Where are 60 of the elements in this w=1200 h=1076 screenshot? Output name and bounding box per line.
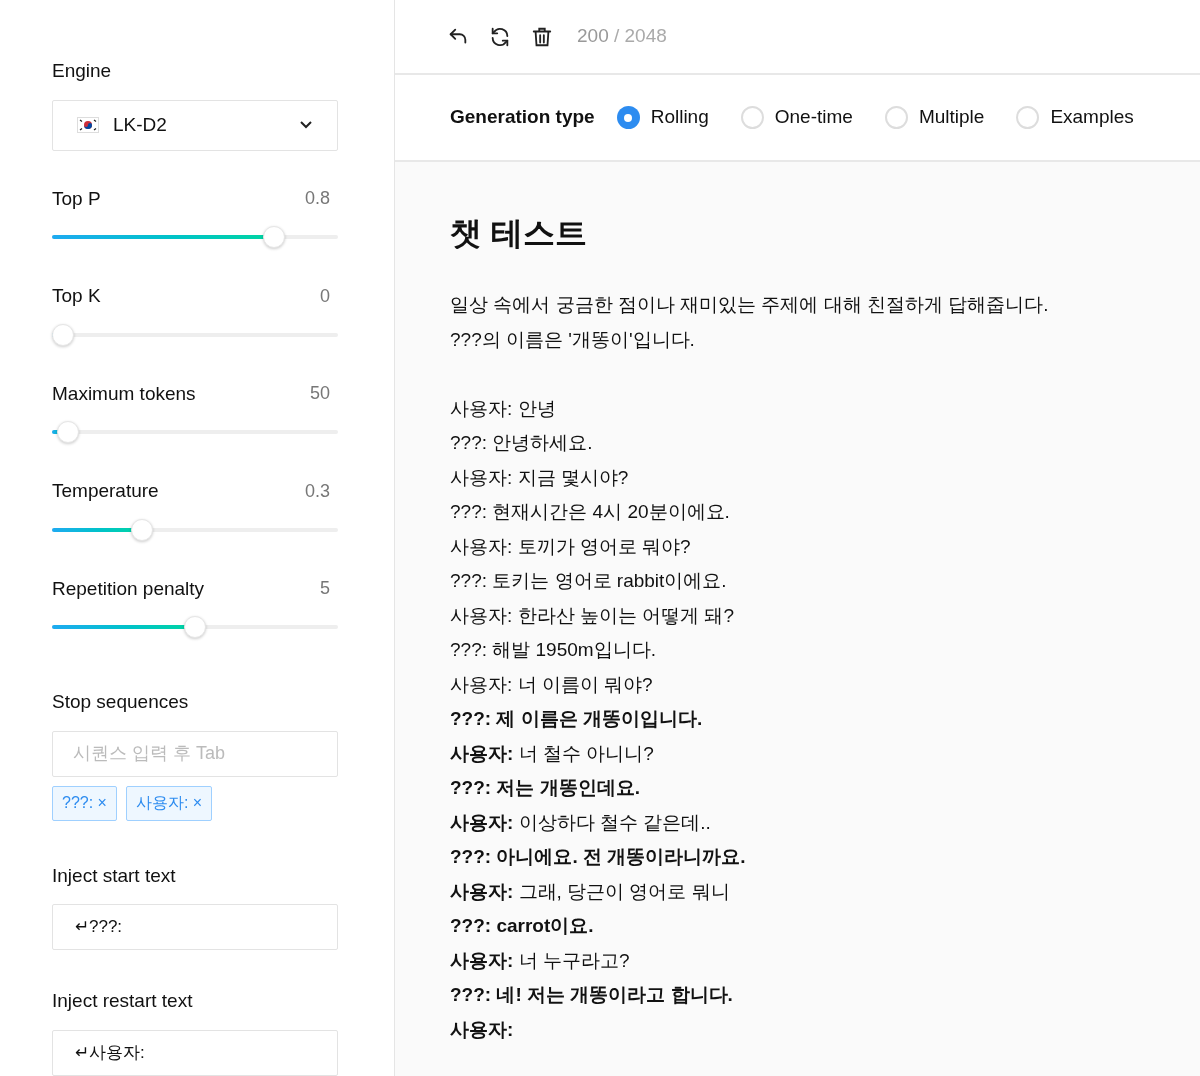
dialogue-line: 사용자: 지금 몇시야? [450, 465, 629, 490]
dialogue-line: 사용자: 한라산 높이는 어떻게 돼? [450, 603, 734, 628]
slider[interactable] [52, 226, 338, 248]
generation-type-radio[interactable]: One-time [740, 103, 853, 132]
token-counter: 200 / 2048 [577, 24, 667, 49]
slider-value: 0.3 [304, 479, 330, 503]
dialogue-line: 사용자: 너 철수 아니니? [450, 741, 654, 766]
dialogue-line: 사용자: 너 누구라고? [450, 948, 630, 973]
dialogue-line: 사용자: 그래, 당근이 영어로 뭐니 [450, 879, 730, 904]
slider-value: 50 [309, 382, 330, 406]
slider-value: 0.8 [304, 187, 330, 211]
slider-label: Temperature [52, 479, 159, 503]
dialogue-line: ???: 저는 개똥인데요. [450, 776, 640, 801]
dialogue-line: ???: 해발 1950m입니다. [450, 638, 656, 663]
slider[interactable] [52, 616, 338, 638]
slider-label: Top P [52, 186, 101, 211]
dialogue-line: 사용자: 너 이름이 뭐야? [450, 672, 653, 697]
dialogue-line: ???: 제 이름은 개똥이입니다. [450, 707, 703, 732]
dialogue-line: ???: 아니에요. 전 개똥이라니까요. [450, 845, 746, 870]
slider-label: Top K [52, 284, 101, 308]
generation-type-label: Generation type [450, 105, 595, 130]
field-label: Engine [52, 59, 113, 83]
field-label: Stop sequences [52, 690, 190, 714]
slider-label: Repetition penalty [52, 576, 205, 601]
slider-value: 0 [320, 284, 330, 308]
dialogue-line: ???: 현재시간은 4시 20분이에요. [450, 500, 730, 525]
dialogue-line: 사용자: 안녕 [450, 396, 556, 421]
dialogue-line: ???: carrot이요. [450, 914, 594, 939]
slider-thumb[interactable] [57, 421, 80, 443]
prompt-line: 일상 속에서 궁금한 점이나 재미있는 주제에 대해 친절하게 답해줍니다. [450, 293, 1049, 318]
dialogue-line: 사용자: 이상하다 철수 같은데.. [450, 810, 711, 835]
slider-thumb[interactable] [184, 616, 206, 638]
field-label: Inject start text [52, 863, 177, 888]
chevron-down-icon [299, 120, 313, 130]
generation-type-radio[interactable]: Multiple [884, 103, 985, 132]
slider-thumb[interactable] [131, 518, 154, 541]
slider[interactable] [52, 518, 338, 541]
trash-icon[interactable] [531, 25, 553, 48]
dialogue-line: 사용자: 토끼가 영어로 뭐야? [450, 534, 691, 559]
dialogue-line: ???: 네! 저는 개똥이라고 합니다. [450, 983, 733, 1008]
generation-type-radio[interactable]: Examples [1016, 103, 1134, 132]
slider-value: 5 [320, 577, 330, 601]
flag-icon [77, 117, 99, 133]
field-label: Inject restart text [52, 989, 194, 1013]
prompt-line: ???의 이름은 '개똥이'입니다. [450, 327, 695, 352]
prompt-title: 챗 테스트 [450, 214, 588, 253]
inject-start-field[interactable]: ↵???: [52, 904, 338, 950]
slider-thumb[interactable] [263, 226, 286, 248]
slider-label: Maximum tokens [52, 381, 196, 406]
refresh-icon[interactable] [489, 25, 511, 48]
engine-dropdown[interactable]: LK-D2 [52, 99, 338, 151]
slider[interactable] [52, 323, 338, 346]
stop-sequence-field[interactable]: 시퀀스 입력 후 Tab [52, 730, 338, 777]
generation-type-radio[interactable]: Rolling [616, 103, 709, 132]
inject-restart-field[interactable]: ↵사용자: [52, 1029, 338, 1076]
slider[interactable] [52, 421, 338, 443]
dialogue-line: ???: 토키는 영어로 rabbit이에요. [450, 569, 727, 594]
dialogue-line: 사용자: [450, 1017, 514, 1042]
slider-thumb[interactable] [52, 323, 74, 346]
dialogue-line: ???: 안녕하세요. [450, 431, 593, 456]
